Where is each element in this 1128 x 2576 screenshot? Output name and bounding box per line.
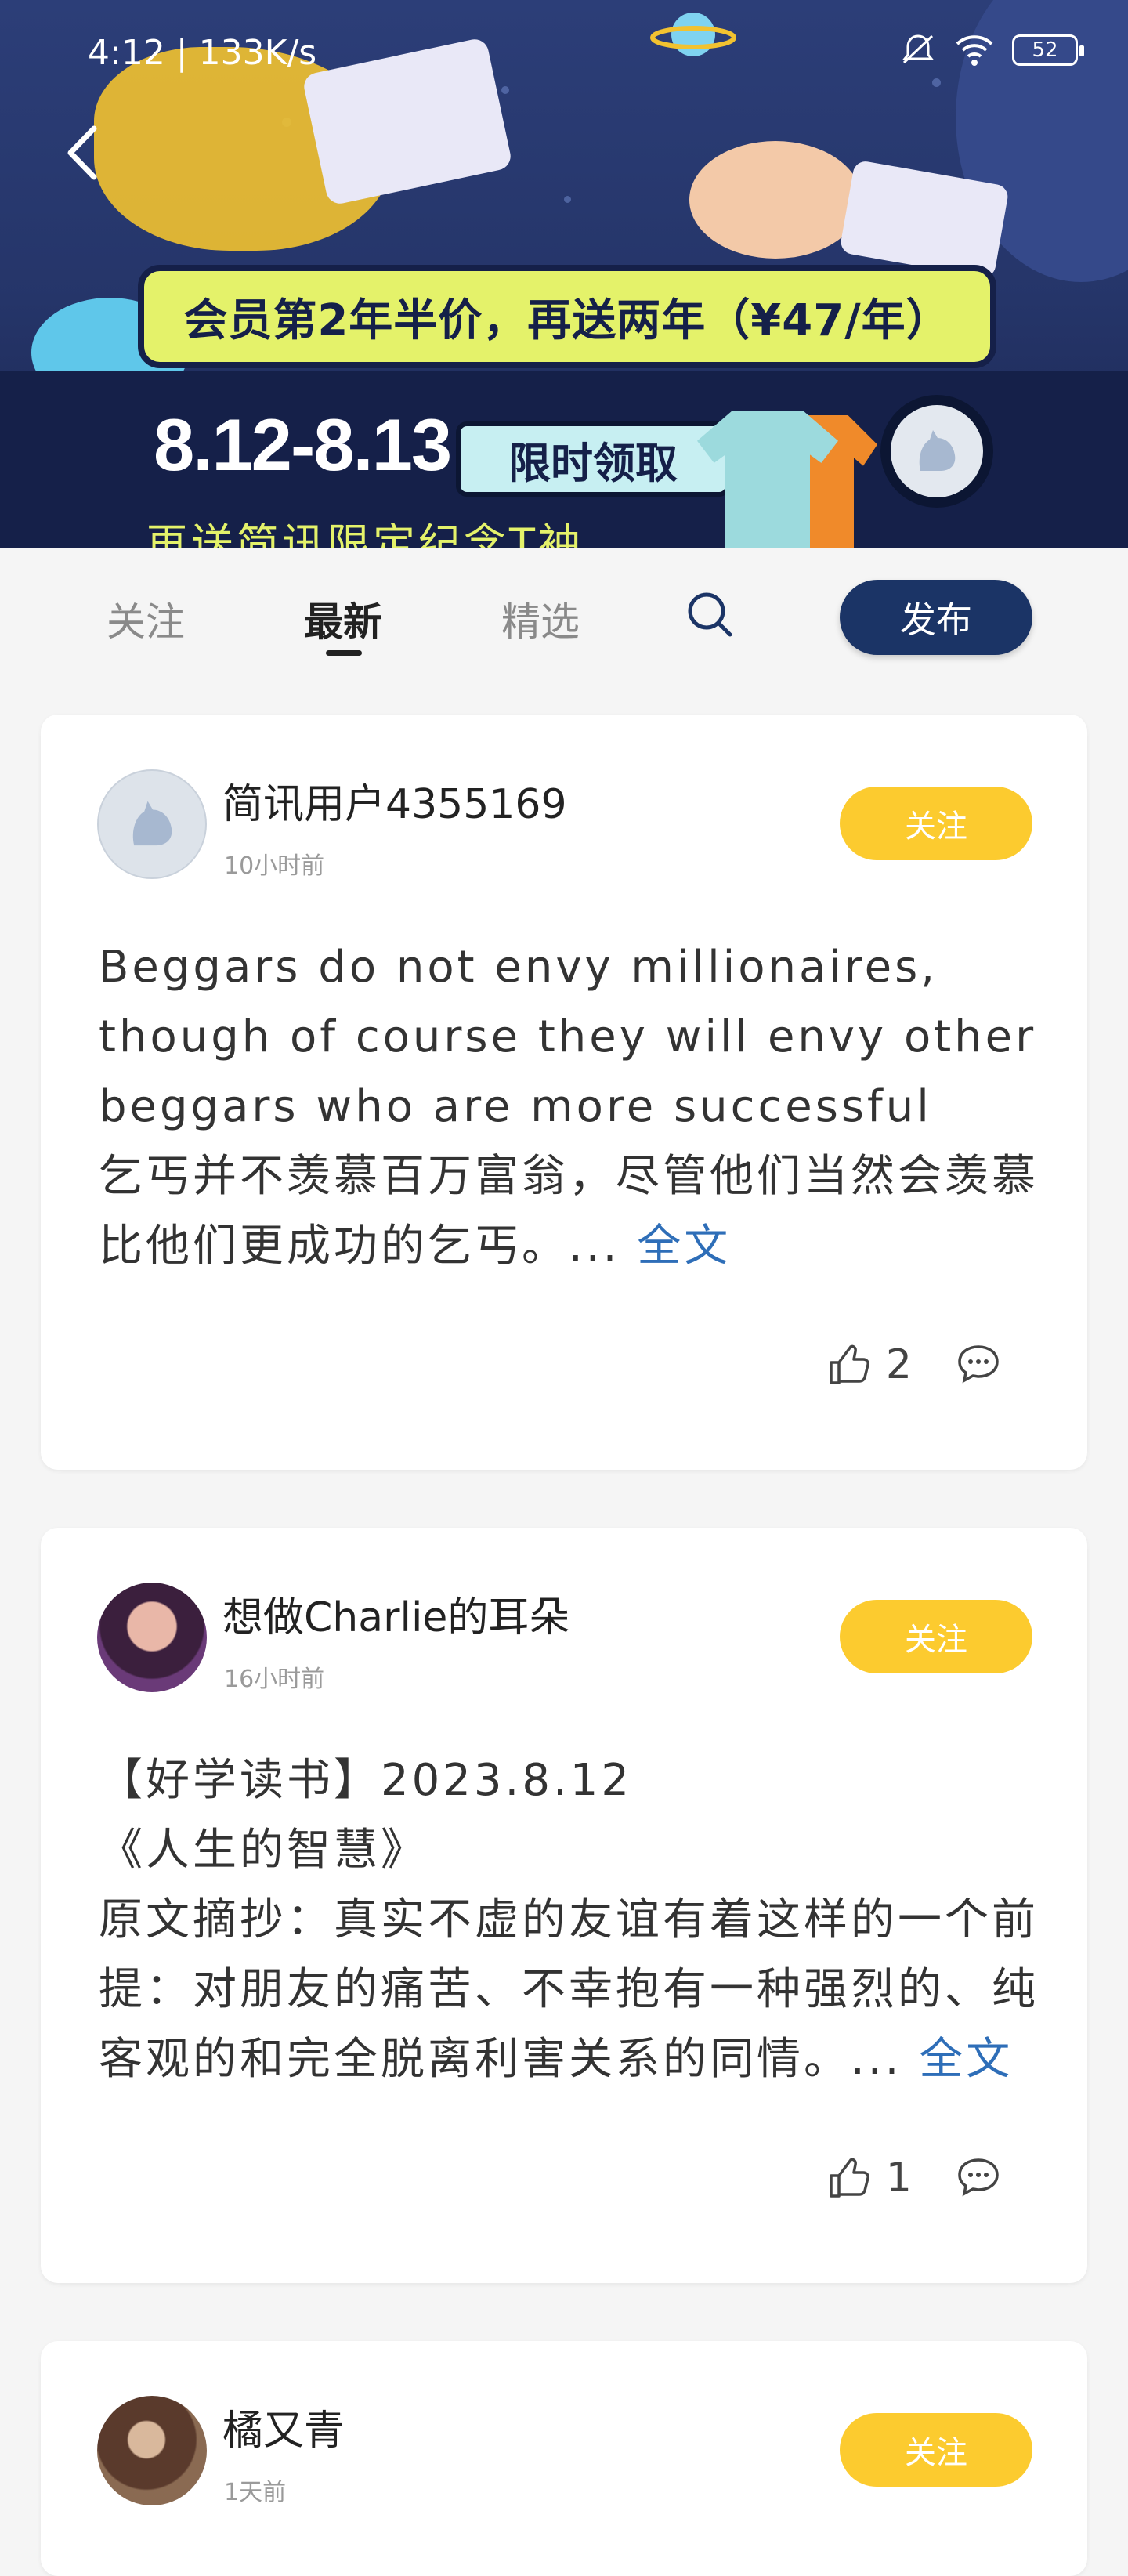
avatar[interactable] xyxy=(97,769,207,879)
status-bar: 4:12 | 133K/s 52 xyxy=(0,0,1128,102)
promo-headline: 会员第2年半价，再送两年（¥47/年） xyxy=(138,265,996,368)
status-time: 4:12 | 133K/s xyxy=(88,33,317,73)
tab-active-indicator xyxy=(326,650,362,656)
promo-tag: 限时领取 xyxy=(456,421,730,497)
user-name[interactable]: 橘又青 xyxy=(222,2397,345,2456)
thumbs-up-icon xyxy=(830,1344,870,1384)
follow-button[interactable]: 关注 xyxy=(840,1600,1032,1673)
full-text-link[interactable]: 全文 xyxy=(637,1221,731,1272)
feed-tab-bar: 关注 最新 精选 发布 xyxy=(0,548,1128,689)
tab-following[interactable]: 关注 xyxy=(107,591,185,647)
post-card[interactable]: 橘又青 1天前 关注 xyxy=(41,2341,1087,2576)
avatar[interactable] xyxy=(97,1583,207,1692)
user-name[interactable]: 简讯用户4355169 xyxy=(222,771,567,830)
battery-icon: 52 xyxy=(1012,34,1084,66)
star-decoration xyxy=(564,196,571,203)
promo-dates: 8.12-8.13 xyxy=(154,403,452,486)
follow-button[interactable]: 关注 xyxy=(840,2413,1032,2487)
illustration-reader-right xyxy=(689,141,862,259)
post-line: 【好学读书】2023.8.12 xyxy=(99,1755,633,1806)
post-line: 《人生的智慧》 xyxy=(99,1825,428,1876)
avatar[interactable] xyxy=(97,2396,207,2505)
comment-icon[interactable] xyxy=(956,1342,1001,1387)
post-line: beggars who are more successful xyxy=(99,1081,932,1132)
post-body[interactable]: Beggars do not envy millionaires, though… xyxy=(99,932,1039,1281)
thumbs-up-icon xyxy=(830,2158,870,2198)
post-card[interactable]: 想做Charlie的耳朵 16小时前 关注 【好学读书】2023.8.12 《人… xyxy=(41,1528,1087,2283)
post-time: 10小时前 xyxy=(224,852,325,880)
post-actions: 2 xyxy=(826,1341,1001,1388)
user-name[interactable]: 想做Charlie的耳朵 xyxy=(222,1584,569,1643)
full-text-link[interactable]: 全文 xyxy=(919,2034,1013,2085)
post-line: 客观的和完全脱离利害关系的同情。... xyxy=(99,2034,902,2085)
post-card[interactable]: 简讯用户4355169 10小时前 关注 Beggars do not envy… xyxy=(41,715,1087,1470)
promo-subtitle: 再送简讯限定纪念T袖 xyxy=(146,519,584,548)
promo-banner[interactable]: 4:12 | 133K/s 52 会员第2年半价，再送两年（¥47/年） 8.1… xyxy=(0,0,1128,548)
like-button[interactable]: 1 xyxy=(826,2155,912,2202)
post-line: 乞丐并不羡慕百万富翁，尽管他们当然会羡慕 xyxy=(99,1151,1039,1202)
cat-logo-icon xyxy=(919,430,956,471)
like-count: 1 xyxy=(885,2155,912,2202)
post-body[interactable]: 【好学读书】2023.8.12 《人生的智慧》 原文摘抄：真实不虚的友谊有着这样… xyxy=(99,1746,1039,2094)
post-time: 1天前 xyxy=(224,2479,287,2506)
search-icon[interactable] xyxy=(683,588,738,642)
like-button[interactable]: 2 xyxy=(826,1341,912,1388)
like-count: 2 xyxy=(885,1341,912,1388)
promo-bottom-strip: 8.12-8.13 限时领取 再送简讯限定纪念T袖 xyxy=(0,371,1128,548)
post-line: 提：对朋友的痛苦、不幸抱有一种强烈的、纯 xyxy=(99,1964,1039,2015)
tab-latest[interactable]: 最新 xyxy=(304,591,382,647)
follow-button[interactable]: 关注 xyxy=(840,787,1032,860)
comment-icon[interactable] xyxy=(956,2155,1001,2201)
post-line: though of course they will envy other xyxy=(99,1011,1037,1062)
default-avatar-icon xyxy=(132,801,172,846)
wifi-icon xyxy=(956,35,993,66)
post-line: 原文摘抄：真实不虚的友谊有着这样的一个前 xyxy=(99,1894,1039,1945)
mute-bell-icon xyxy=(902,34,935,64)
post-line: 比他们更成功的乞丐。... xyxy=(99,1221,620,1272)
back-arrow-icon[interactable] xyxy=(55,118,118,188)
publish-button[interactable]: 发布 xyxy=(840,580,1032,655)
brand-avatar xyxy=(880,395,993,508)
post-line: Beggars do not envy millionaires, xyxy=(99,942,938,993)
battery-level: 52 xyxy=(1032,38,1058,62)
tab-featured[interactable]: 精选 xyxy=(501,591,580,647)
post-time: 16小时前 xyxy=(224,1666,325,1693)
post-actions: 1 xyxy=(826,2155,1001,2202)
